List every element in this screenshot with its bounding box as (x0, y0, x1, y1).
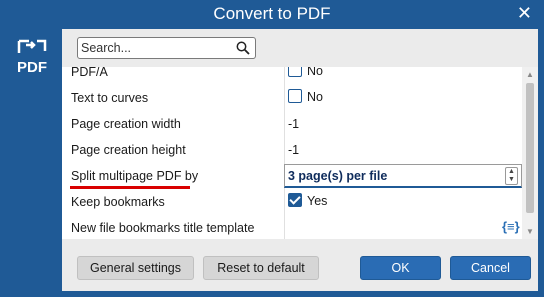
vertical-scrollbar[interactable]: ▲ ▼ (522, 67, 538, 239)
title-bar: Convert to PDF ✕ (0, 0, 544, 29)
search-input[interactable] (81, 40, 231, 56)
template-braces-icon[interactable]: {≡} (502, 219, 520, 234)
pdf-convert-icon: PDF (17, 39, 47, 75)
row-value[interactable]: -1 (288, 117, 299, 131)
row-label: Split multipage PDF by (71, 169, 199, 183)
settings-panel: PDF/A No Text to curves No Page creation… (62, 29, 538, 291)
cancel-button[interactable]: Cancel (450, 256, 531, 280)
general-settings-button[interactable]: General settings (77, 256, 194, 280)
svg-text:PDF: PDF (17, 59, 47, 75)
window-title: Convert to PDF (213, 4, 331, 23)
properties-grid: PDF/A No Text to curves No Page creation… (62, 67, 538, 239)
row-label: New file bookmarks title template (71, 221, 255, 235)
scroll-up-icon[interactable]: ▲ (526, 70, 534, 79)
close-icon[interactable]: ✕ (517, 3, 532, 24)
row-keep-bookmarks[interactable]: Keep bookmarks Yes (62, 189, 538, 215)
row-label: Page creation width (71, 117, 181, 131)
row-pdfa[interactable]: PDF/A No (62, 67, 538, 85)
row-value[interactable]: -1 (288, 143, 299, 157)
convert-to-pdf-dialog: Convert to PDF ✕ PDF PDF/A No Text (0, 0, 544, 297)
scroll-down-icon[interactable]: ▼ (526, 227, 534, 236)
row-label: PDF/A (71, 67, 108, 79)
row-value: Yes (307, 194, 328, 208)
spin-buttons[interactable]: ▲ ▼ (505, 167, 518, 185)
left-sidebar: PDF (0, 29, 62, 297)
reset-to-default-button[interactable]: Reset to default (203, 256, 319, 280)
row-value: No (307, 90, 323, 104)
keep-bookmarks-checkbox[interactable] (288, 193, 302, 207)
row-label: Keep bookmarks (71, 195, 165, 209)
row-value: No (307, 67, 323, 78)
row-bookmarks-title-template[interactable]: New file bookmarks title template {≡} (62, 215, 538, 239)
row-label: Text to curves (71, 91, 149, 105)
select-value: 3 page(s) per file (288, 169, 388, 183)
search-box[interactable] (77, 37, 256, 59)
row-label: Page creation height (71, 143, 186, 157)
text-to-curves-checkbox[interactable] (288, 89, 302, 103)
row-text-to-curves[interactable]: Text to curves No (62, 85, 538, 111)
row-page-creation-height[interactable]: Page creation height -1 (62, 137, 538, 163)
pdfa-checkbox[interactable] (288, 67, 302, 77)
row-page-creation-width[interactable]: Page creation width -1 (62, 111, 538, 137)
row-split-multipage[interactable]: Split multipage PDF by 3 page(s) per fil… (62, 163, 538, 189)
ok-button[interactable]: OK (360, 256, 441, 280)
search-icon[interactable] (236, 41, 250, 55)
split-multipage-select[interactable]: 3 page(s) per file ▲ ▼ (284, 164, 522, 188)
scroll-thumb[interactable] (526, 83, 534, 213)
